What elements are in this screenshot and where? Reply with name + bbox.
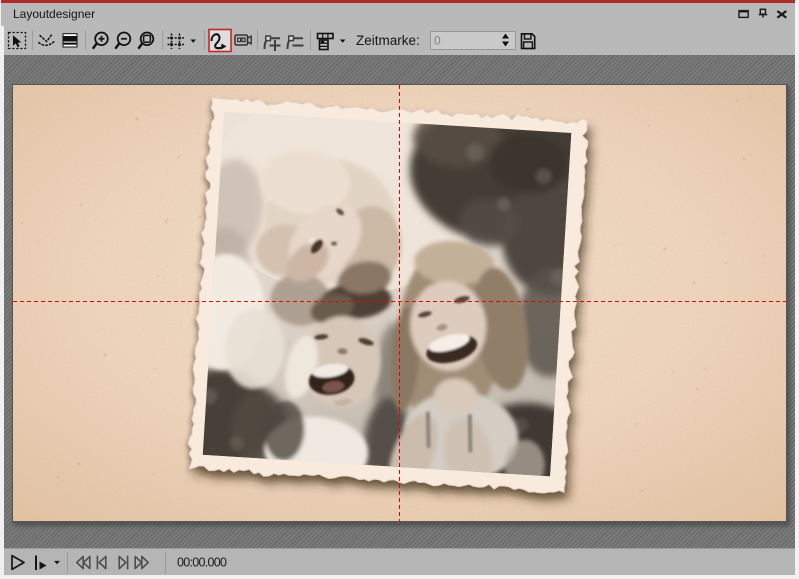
svg-text:00:00.000: 00:00.000 [177,556,227,570]
svg-text:0: 0 [434,34,441,48]
svg-text:Zeitmarke:: Zeitmarke: [356,33,420,48]
